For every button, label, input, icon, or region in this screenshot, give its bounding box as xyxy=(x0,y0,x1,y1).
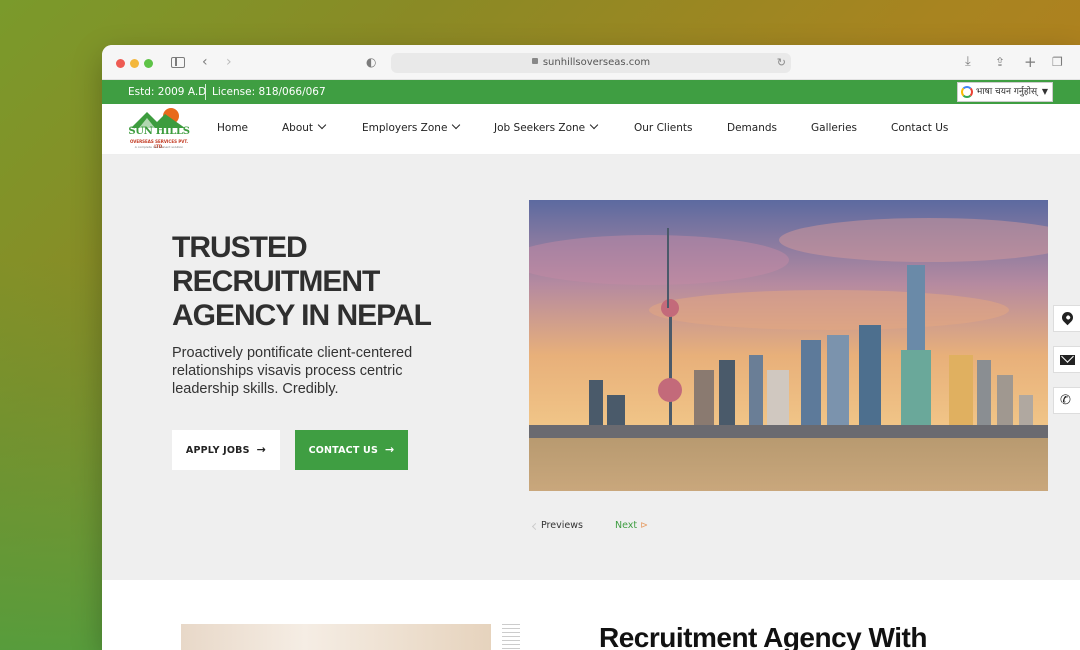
back-icon[interactable]: ‹ xyxy=(202,54,208,70)
apply-jobs-button[interactable]: APPLY JOBS → xyxy=(172,430,280,470)
nav-job-seekers-label: Job Seekers Zone xyxy=(494,122,586,134)
site-logo[interactable]: SUN HILLS OVERSEAS SERVICES PVT. LTD. A … xyxy=(127,106,191,154)
next-arrow-icon: ⊳ xyxy=(640,520,649,531)
close-window-button[interactable] xyxy=(116,59,125,68)
floating-contact-icons: ✆ xyxy=(1053,305,1080,428)
office-image xyxy=(181,624,491,650)
slider-next-label: Next xyxy=(615,520,638,531)
nav-contact-us[interactable]: Contact Us xyxy=(891,122,948,134)
nav-home[interactable]: Home xyxy=(217,122,248,134)
slider-next-button[interactable]: Next ⊳ xyxy=(615,520,648,531)
nav-our-clients[interactable]: Our Clients xyxy=(634,122,692,134)
language-select[interactable]: भाषा चयन गर्नुहोस् ▼ xyxy=(957,82,1053,102)
nav-galleries[interactable]: Galleries xyxy=(811,122,857,134)
hero-skyline-image xyxy=(529,200,1048,491)
apply-jobs-label: APPLY JOBS xyxy=(185,445,250,456)
minimize-window-button[interactable] xyxy=(130,59,139,68)
phone-button[interactable]: ✆ xyxy=(1053,387,1080,414)
forward-icon[interactable]: › xyxy=(226,54,232,70)
nav-employers-label: Employers Zone xyxy=(362,122,448,134)
city-skyline-illustration xyxy=(529,200,1048,491)
info-topbar: Estd: 2009 A.D License: 818/066/067 भाषा… xyxy=(102,80,1080,104)
address-bar[interactable]: sunhillsoverseas.com ↻ xyxy=(391,53,791,73)
slider-previous-button[interactable]: Previews xyxy=(541,520,583,531)
envelope-icon xyxy=(1060,355,1075,365)
hero-title: TRUSTED RECRUITMENT AGENCY IN NEPAL xyxy=(172,231,432,332)
contact-us-button[interactable]: CONTACT US → xyxy=(295,430,408,470)
arrow-right-icon: → xyxy=(385,443,395,456)
decorative-lines xyxy=(502,624,520,650)
share-icon[interactable]: ⇪ xyxy=(995,54,1005,70)
google-icon xyxy=(961,86,973,98)
browser-window: ‹ › ◐ sunhillsoverseas.com ↻ ⤓ ⇪ + ❐ Est… xyxy=(102,45,1080,650)
arrow-right-icon: → xyxy=(256,443,267,456)
language-select-label: भाषा चयन गर्नुहोस् xyxy=(976,87,1038,97)
nav-employers-zone[interactable]: Employers Zone xyxy=(362,120,461,134)
browser-toolbar: ‹ › ◐ sunhillsoverseas.com ↻ ⤓ ⇪ + ❐ xyxy=(102,45,1080,80)
nav-job-seekers-zone[interactable]: Job Seekers Zone xyxy=(494,120,599,134)
section-title: Recruitment Agency With xyxy=(599,622,927,650)
hero-section: TRUSTED RECRUITMENT AGENCY IN NEPAL Proa… xyxy=(102,155,1080,580)
new-tab-icon[interactable]: + xyxy=(1024,54,1037,70)
url-text: sunhillsoverseas.com xyxy=(542,57,651,68)
main-navigation: SUN HILLS OVERSEAS SERVICES PVT. LTD. A … xyxy=(102,104,1080,155)
nav-demands[interactable]: Demands xyxy=(727,122,777,134)
nav-about[interactable]: About xyxy=(282,120,327,134)
chevron-down-icon xyxy=(317,120,327,130)
contact-us-label: CONTACT US xyxy=(308,445,378,456)
phone-ringing-icon: ✆ xyxy=(1060,393,1071,408)
download-icon[interactable]: ⤓ xyxy=(965,54,971,70)
email-button[interactable] xyxy=(1053,346,1080,373)
privacy-shield-icon[interactable]: ◐ xyxy=(366,54,376,70)
topbar-divider xyxy=(205,84,206,100)
tabs-overview-icon[interactable]: ❐ xyxy=(1052,54,1063,70)
chevron-down-icon xyxy=(452,120,461,130)
logo-name: SUN HILLS xyxy=(128,126,190,137)
hero-description: Proactively pontificate client-centered … xyxy=(172,345,413,397)
dropdown-arrow-icon: ▼ xyxy=(1041,87,1048,96)
reload-icon[interactable]: ↻ xyxy=(777,53,786,73)
location-button[interactable] xyxy=(1053,305,1080,332)
established-text: Estd: 2009 A.D xyxy=(128,86,207,98)
about-section: Recruitment Agency With xyxy=(102,580,1080,650)
logo-tagline: A complete recruitment solution xyxy=(134,145,184,149)
maximize-window-button[interactable] xyxy=(144,59,153,68)
location-pin-icon xyxy=(1059,309,1076,326)
nav-about-label: About xyxy=(282,122,314,134)
lock-icon xyxy=(531,58,538,64)
license-text: License: 818/066/067 xyxy=(212,86,326,98)
chevron-down-icon xyxy=(589,120,599,130)
sidebar-toggle-icon[interactable] xyxy=(171,57,185,68)
